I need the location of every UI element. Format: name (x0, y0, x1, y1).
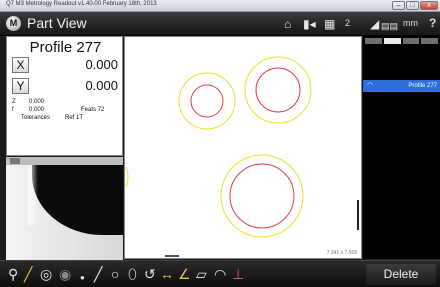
camera-icon[interactable]: ▮◂ (303, 17, 316, 31)
vertical-scrollbar[interactable] (357, 200, 359, 230)
arc-tool-icon[interactable]: ↺ (144, 266, 156, 282)
f-value: 0.000 (29, 107, 45, 113)
feature-list-panel: ◠ Profile 277 (363, 36, 440, 259)
bottom-toolbar: ⚲ ╱ ◎ ◉ ● ╱ ○ ⬯ ↺ ↔ ∠ ▱ ◠ ⊥ Delete (0, 260, 440, 287)
part-view-canvas[interactable]: 7.341 x 7.568 (124, 36, 362, 259)
f-label: f (12, 107, 14, 113)
maximize-button[interactable]: □ (406, 1, 419, 10)
window-title: Q7 M3 Metrology Readout v1.40.00 Februar… (6, 1, 157, 7)
units-label[interactable]: mm (403, 18, 418, 28)
circle-icon[interactable]: ○ (111, 266, 119, 282)
circle-feature-inner (255, 67, 301, 113)
target-icon[interactable]: ◎ (40, 266, 52, 282)
delete-button[interactable]: Delete (366, 264, 436, 285)
z-value: 0.000 (29, 99, 45, 105)
z-label: Z (12, 99, 16, 105)
ref-label: Ref 1T (65, 115, 84, 121)
view-coordinates: 7.341 x 7.568 (326, 250, 357, 256)
x-axis-row: X 0.000 (12, 57, 120, 74)
slider-handle[interactable] (10, 158, 20, 164)
axis-toggle-icon[interactable]: ◢ (370, 17, 379, 31)
feature-label: Profile 277 (408, 83, 437, 89)
zoom-icon[interactable]: ⚲ (8, 266, 18, 282)
tolerances-button[interactable]: Tolerances (21, 115, 50, 121)
app-logo[interactable]: M (6, 16, 21, 31)
perpendicular-icon[interactable]: ⊥ (232, 266, 244, 282)
close-button[interactable]: x (420, 1, 438, 10)
circle-feature-inner (190, 84, 224, 118)
help-icon[interactable]: ? (429, 16, 436, 30)
arc-icon: ◠ (367, 82, 374, 89)
edge-glow (28, 165, 38, 225)
layout-count[interactable]: 2 (345, 18, 350, 28)
x-value: 0.000 (85, 57, 118, 72)
tab-2[interactable] (383, 38, 401, 44)
circle-feature-outer (244, 56, 312, 124)
part-drawing (125, 56, 312, 238)
partial-arc (125, 166, 129, 188)
tab-4[interactable] (421, 38, 438, 44)
horizontal-scrollbar[interactable] (165, 255, 179, 257)
dro-panel: Profile 277 X 0.000 Y 0.000 Z 0.000 f 0.… (6, 36, 123, 156)
y-axis-row: Y 0.000 (12, 78, 120, 95)
angle-icon[interactable]: ∠ (178, 266, 191, 282)
slot-icon[interactable]: ⬯ (128, 266, 137, 282)
ruler-icon[interactable]: ▤▤ (381, 19, 398, 33)
curve-icon[interactable]: ◠ (214, 266, 226, 282)
view-title: Part View (27, 15, 87, 31)
window-titlebar: Q7 M3 Metrology Readout v1.40.00 Februar… (0, 0, 440, 12)
profile-name: Profile 277 (29, 39, 102, 56)
tab-1[interactable] (365, 38, 382, 44)
feats-count: Feats 72 (81, 107, 105, 113)
point-icon[interactable]: ● (80, 270, 85, 286)
minimize-button[interactable]: – (392, 1, 405, 10)
circle-feature-inner (229, 163, 295, 229)
circle-feature-outer (220, 154, 304, 238)
table-icon[interactable]: ▦ (324, 17, 335, 31)
window-controls: – □ x (392, 1, 438, 10)
home-icon[interactable]: ⌂ (284, 17, 291, 31)
line-icon[interactable]: ╱ (94, 266, 102, 282)
x-axis-button[interactable]: X (12, 57, 29, 73)
y-value: 0.000 (85, 78, 118, 93)
circle-feature-outer (178, 72, 236, 130)
rectangle-icon[interactable]: ▱ (196, 266, 207, 282)
feature-list-tabs (365, 38, 438, 44)
y-axis-button[interactable]: Y (12, 78, 29, 94)
probe-icon[interactable]: ╱ (24, 266, 32, 282)
top-toolbar: M Part View ⌂ ▮◂ ▦ 2 ◢ ▤▤ mm ? (0, 12, 440, 36)
feature-list-item[interactable]: ◠ Profile 277 (363, 80, 440, 92)
distance-icon[interactable]: ↔ (160, 266, 174, 282)
tab-3[interactable] (402, 38, 420, 44)
crosshair-icon[interactable]: ◉ (59, 266, 71, 282)
camera-view[interactable] (6, 157, 123, 260)
light-slider[interactable] (6, 157, 123, 165)
